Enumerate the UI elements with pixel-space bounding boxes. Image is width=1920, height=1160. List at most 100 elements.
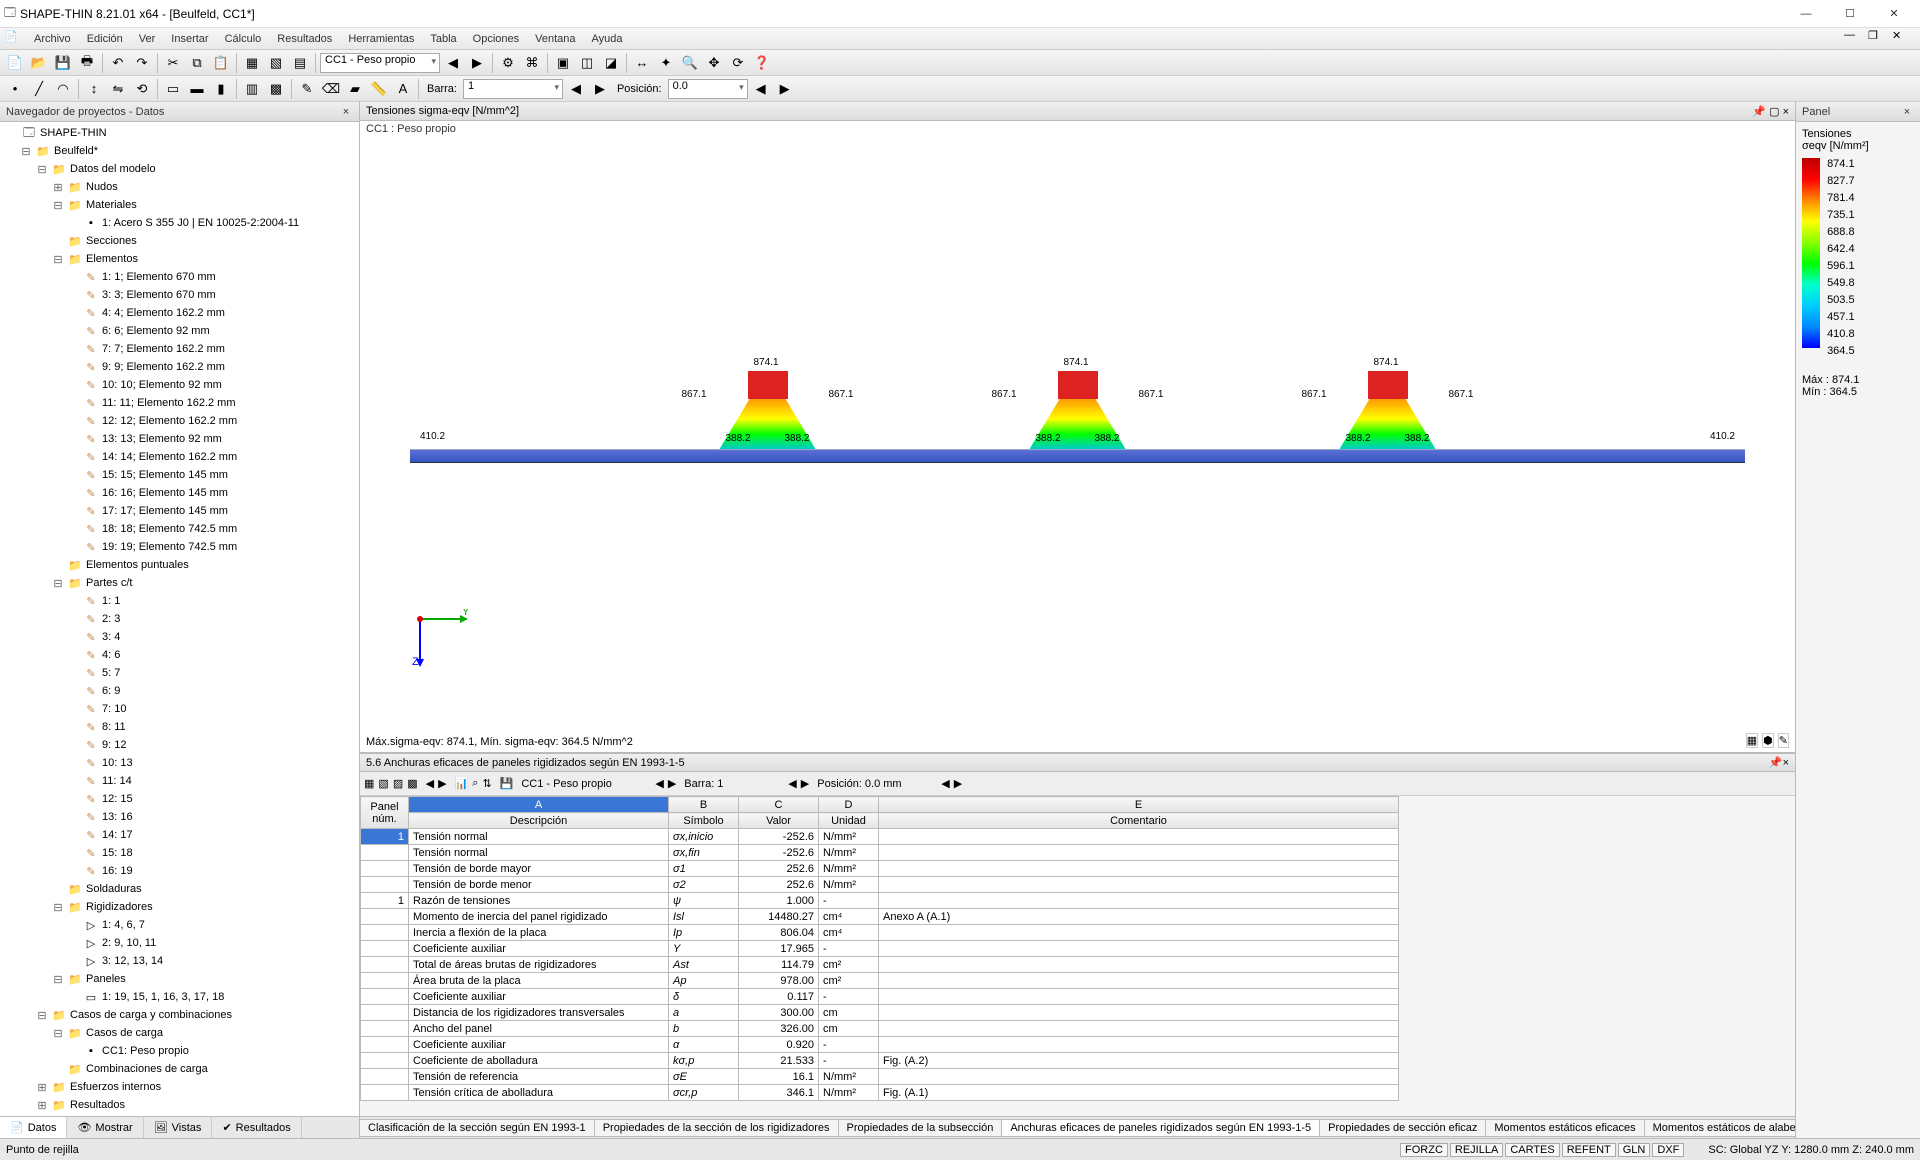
line-icon[interactable]: ╱ (28, 78, 50, 100)
print-icon[interactable]: 🖶 (76, 52, 98, 74)
table-row[interactable]: Tensión de referenciaσE16.1N/mm² (361, 1069, 1399, 1085)
copy-icon[interactable]: ⧉ (186, 52, 208, 74)
rotate2-icon[interactable]: ⟲ (131, 78, 153, 100)
tree-elem-10[interactable]: ✎14: 14; Elemento 162.2 mm (0, 448, 359, 466)
table-row[interactable]: Tensión normalσx,fin-252.6N/mm² (361, 845, 1399, 861)
tree-paneles[interactable]: ⊟📁Paneles (0, 970, 359, 988)
tree-elem-14[interactable]: ✎18: 18; Elemento 742.5 mm (0, 520, 359, 538)
calc2-icon[interactable]: ⌘ (521, 52, 543, 74)
tree-root[interactable]: 🗔SHAPE-THIN (0, 124, 359, 142)
tree-elem-11[interactable]: ✎15: 15; Elemento 145 mm (0, 466, 359, 484)
tree-secciones[interactable]: 📁Secciones (0, 232, 359, 250)
tree-parte-15[interactable]: ✎16: 19 (0, 862, 359, 880)
menu-archivo[interactable]: Archivo (26, 31, 79, 47)
bottom-tab-4[interactable]: Propiedades de sección eficaz (1319, 1119, 1486, 1137)
tree-elem-3[interactable]: ✎6: 6; Elemento 92 mm (0, 322, 359, 340)
tree-casos[interactable]: ⊟📁Casos de carga y combinaciones (0, 1006, 359, 1024)
tree-elem-7[interactable]: ✎11: 11; Elemento 162.2 mm (0, 394, 359, 412)
tree-elem-1[interactable]: ✎3: 3; Elemento 670 mm (0, 286, 359, 304)
prev-icon[interactable]: ◀ (442, 52, 464, 74)
table-row[interactable]: Ancho del panelb326.00cm (361, 1021, 1399, 1037)
menu-tabla[interactable]: Tabla (422, 31, 464, 47)
right-panel-close-icon[interactable]: × (1900, 106, 1914, 118)
tree-parte-3[interactable]: ✎4: 6 (0, 646, 359, 664)
tree-resultados-n[interactable]: ⊞📁Resultados (0, 1096, 359, 1114)
text-icon[interactable]: A (392, 78, 414, 100)
table-row[interactable]: 1Razón de tensionesψ1.000- (361, 893, 1399, 909)
tab-datos[interactable]: 📄Datos (0, 1117, 67, 1138)
mdi-minimize[interactable]: — (1844, 29, 1868, 49)
mirror-icon[interactable]: ⇋ (107, 78, 129, 100)
tbl-loadcase-combo[interactable]: CC1 - Peso propio (521, 778, 651, 790)
tree-elem-12[interactable]: ✎16: 16; Elemento 145 mm (0, 484, 359, 502)
next-icon[interactable]: ▶ (466, 52, 488, 74)
barra-next-icon[interactable]: ▶ (589, 78, 611, 100)
move-icon[interactable]: ↕ (83, 78, 105, 100)
table-row[interactable]: Inercia a flexión de la placaIp806.04cm⁴ (361, 925, 1399, 941)
calc-icon[interactable]: ⚙ (497, 52, 519, 74)
tree-elem-punt[interactable]: 📁Elementos puntuales (0, 556, 359, 574)
tree-materiales[interactable]: ⊟📁Materiales (0, 196, 359, 214)
tbl-nav3-icon[interactable]: ▨ (393, 777, 403, 790)
results-table-wrap[interactable]: Panel núm.ABCDEDescripciónSímboloValorUn… (360, 796, 1795, 1116)
viewport-canvas[interactable]: CC1 : Peso propio 410.2 410.2 874.1867.1… (360, 121, 1795, 753)
menu-ventana[interactable]: Ventana (527, 31, 583, 47)
tree-parte-13[interactable]: ✎14: 17 (0, 826, 359, 844)
table-row[interactable]: Momento de inercia del panel rigidizadoI… (361, 909, 1399, 925)
grid-icon[interactable]: ▦ (241, 52, 263, 74)
tree-nudos[interactable]: ⊞📁Nudos (0, 178, 359, 196)
tbl-lc-next-icon[interactable]: ▶ (668, 777, 676, 790)
tree-casos-carga[interactable]: ⊟📁Casos de carga (0, 1024, 359, 1042)
vp-close-icon[interactable]: × (1783, 106, 1789, 118)
dim-icon[interactable]: ↔ (631, 52, 653, 74)
bottom-tab-3[interactable]: Anchuras eficaces de paneles rigidizados… (1001, 1119, 1320, 1137)
status-chip-dxf[interactable]: DXF (1652, 1143, 1684, 1157)
tbl-nav2-icon[interactable]: ▧ (378, 777, 388, 790)
new-icon[interactable]: 📄 (4, 52, 26, 74)
status-chip-gln[interactable]: GLN (1618, 1143, 1651, 1157)
tbl-sort-icon[interactable]: ⇅ (482, 777, 491, 790)
table-row[interactable]: Tensión de borde mayorσ1252.6N/mm² (361, 861, 1399, 877)
tree-elem-2[interactable]: ✎4: 4; Elemento 162.2 mm (0, 304, 359, 322)
close-button[interactable]: ✕ (1872, 0, 1916, 28)
tab-vistas[interactable]: 🖼Vistas (144, 1117, 213, 1138)
tree-elem-15[interactable]: ✎19: 19; Elemento 742.5 mm (0, 538, 359, 556)
layer2-icon[interactable]: ▩ (265, 78, 287, 100)
mdi-close[interactable]: ✕ (1892, 29, 1916, 49)
bottom-tab-5[interactable]: Momentos estáticos eficaces (1485, 1119, 1644, 1137)
tree-elem-8[interactable]: ✎12: 12; Elemento 162.2 mm (0, 412, 359, 430)
panel-icon[interactable]: ▤ (289, 52, 311, 74)
tree-parte-8[interactable]: ✎9: 12 (0, 736, 359, 754)
pos-prev-icon[interactable]: ◀ (750, 78, 772, 100)
table-row[interactable]: Coeficiente auxiliarδ0.117- (361, 989, 1399, 1005)
maximize-button[interactable]: ☐ (1828, 0, 1872, 28)
elem-icon[interactable]: ▬ (186, 78, 208, 100)
tree-project[interactable]: ⊟📁Beulfeld* (0, 142, 359, 160)
tree-soldaduras[interactable]: 📁Soldaduras (0, 880, 359, 898)
view3-icon[interactable]: ◪ (600, 52, 622, 74)
axis-icon[interactable]: ✦ (655, 52, 677, 74)
tree-material-1[interactable]: ▪1: Acero S 355 J0 | EN 10025-2:2004-11 (0, 214, 359, 232)
tbl-next-icon[interactable]: ▶ (438, 777, 446, 790)
tbl-filter-icon[interactable]: ⌕ (472, 777, 478, 790)
layout-icon[interactable]: ▧ (265, 52, 287, 74)
tree-elem-4[interactable]: ✎7: 7; Elemento 162.2 mm (0, 340, 359, 358)
zoom-icon[interactable]: 🔍 (679, 52, 701, 74)
table-row[interactable]: Tensión de borde menorσ2252.6N/mm² (361, 877, 1399, 893)
open-icon[interactable]: 📂 (28, 52, 50, 74)
tbl-lc-prev-icon[interactable]: ◀ (655, 777, 663, 790)
view2-icon[interactable]: ◫ (576, 52, 598, 74)
tree-modelo[interactable]: ⊟📁Datos del modelo (0, 160, 359, 178)
view1-icon[interactable]: ▣ (552, 52, 574, 74)
pen-icon[interactable]: ✎ (296, 78, 318, 100)
tree-esfuerzos[interactable]: ⊞📁Esfuerzos internos (0, 1078, 359, 1096)
tbl-excel-icon[interactable]: 📊 (455, 777, 469, 790)
menu-edición[interactable]: Edición (79, 31, 131, 47)
tree-rigid-2[interactable]: ▷3: 12, 13, 14 (0, 952, 359, 970)
measure-icon[interactable]: 📏 (368, 78, 390, 100)
tab-mostrar[interactable]: 👁Mostrar (67, 1117, 143, 1138)
layer1-icon[interactable]: ▥ (241, 78, 263, 100)
status-chip-rejilla[interactable]: REJILLA (1450, 1143, 1503, 1157)
tree-parte-14[interactable]: ✎15: 18 (0, 844, 359, 862)
status-chip-forzc[interactable]: FORZC (1400, 1143, 1448, 1157)
